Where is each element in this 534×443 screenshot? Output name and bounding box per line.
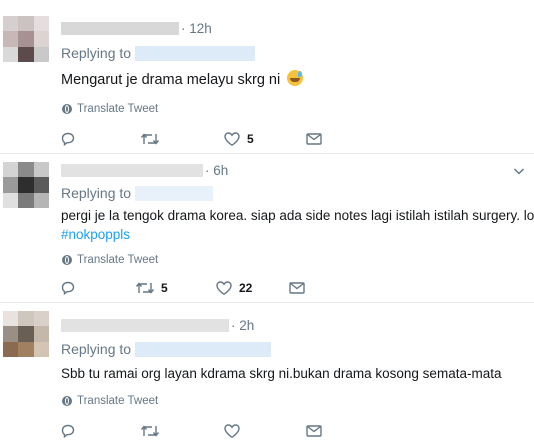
tweet-timestamp[interactable]: · 12h	[181, 21, 212, 36]
translate-tweet-link[interactable]: Translate Tweet	[62, 254, 158, 266]
avatar-pixel	[33, 31, 49, 47]
translate-tweet-link[interactable]: Translate Tweet	[62, 103, 158, 115]
avatar-pixel	[18, 177, 34, 193]
avatar-pixel	[18, 16, 34, 32]
author-name[interactable]	[61, 318, 229, 332]
retweet-icon	[135, 282, 155, 294]
direct-message-button[interactable]	[288, 280, 306, 296]
retweet-icon	[140, 425, 160, 437]
retweet-button[interactable]	[140, 131, 166, 147]
avatar-pixel	[3, 46, 19, 62]
avatar-pixel	[18, 341, 34, 357]
tweet-timestamp[interactable]: · 6h	[205, 163, 228, 178]
avatar-pixel	[33, 341, 49, 357]
tweet-2[interactable]: · 6h Replying to pergi je la tengok dram…	[0, 154, 534, 300]
avatar-pixel	[33, 192, 49, 208]
retweet-button[interactable]	[140, 423, 166, 439]
replying-to-label: Replying to	[61, 341, 132, 357]
avatar-pixel	[33, 16, 49, 32]
globe-icon	[62, 255, 72, 265]
avatar-pixel	[18, 311, 34, 327]
replying-to-label: Replying to	[61, 185, 132, 201]
avatar[interactable]	[3, 162, 49, 208]
replying-to-handle[interactable]	[135, 45, 256, 61]
avatar-pixel	[18, 192, 34, 208]
translate-tweet-label: Translate Tweet	[77, 254, 159, 266]
reply-icon	[61, 424, 75, 439]
avatar-pixel	[33, 46, 49, 62]
heart-icon	[224, 132, 240, 147]
avatar-pixel	[33, 311, 49, 327]
globe-icon	[62, 104, 72, 114]
reply-button[interactable]	[60, 131, 82, 147]
replying-to-handle[interactable]	[135, 185, 214, 201]
avatar-pixel	[18, 46, 34, 62]
reply-icon	[61, 132, 75, 147]
reply-button[interactable]	[60, 423, 82, 439]
tweet-header: · 6h	[61, 160, 228, 180]
tweet-text-content: Mengarut je drama melayu skrg ni	[61, 72, 281, 88]
replying-to-label: Replying to	[61, 45, 132, 61]
avatar-pixel	[3, 16, 19, 32]
like-button[interactable]: 22	[215, 280, 252, 296]
avatar-pixel	[33, 326, 49, 342]
like-count: 5	[247, 132, 254, 146]
avatar-pixel	[18, 326, 34, 342]
replying-to: Replying to	[61, 341, 272, 357]
tweet-header: · 2h	[61, 315, 254, 335]
translate-tweet-label: Translate Tweet	[77, 395, 159, 407]
avatar-pixel	[3, 162, 19, 178]
replying-to: Replying to	[61, 45, 256, 61]
avatar[interactable]	[3, 311, 49, 357]
heart-icon	[224, 424, 240, 439]
like-count: 22	[239, 281, 253, 295]
tweet-text: Sbb tu ramai org layan kdrama skrg ni.bu…	[61, 366, 501, 381]
reply-button[interactable]	[60, 280, 82, 296]
avatar-pixel	[33, 177, 49, 193]
author-name[interactable]	[61, 21, 179, 35]
tweet-header: · 12h	[61, 18, 212, 38]
like-button[interactable]: 5	[223, 131, 254, 147]
envelope-icon	[289, 282, 305, 294]
author-name[interactable]	[61, 163, 203, 177]
tweet-1[interactable]: · 12h Replying to Mengarut je drama mela…	[0, 6, 534, 151]
sweat-smile-emoji-icon	[287, 70, 304, 86]
avatar-pixel	[18, 162, 34, 178]
chevron-down-icon[interactable]	[512, 164, 526, 178]
replying-to: Replying to	[61, 185, 214, 201]
avatar-pixel	[33, 162, 49, 178]
avatar-pixel	[18, 31, 34, 47]
avatar-pixel	[3, 177, 19, 193]
tweet-timestamp[interactable]: · 2h	[231, 318, 254, 333]
avatar-pixel	[3, 341, 19, 357]
avatar-pixel	[3, 326, 19, 342]
retweet-icon	[140, 133, 160, 145]
avatar-pixel	[3, 311, 19, 327]
translate-tweet-label: Translate Tweet	[77, 103, 159, 115]
direct-message-button[interactable]	[305, 131, 323, 147]
replying-to-handle[interactable]	[135, 341, 272, 357]
like-button[interactable]	[223, 423, 247, 439]
globe-icon	[62, 396, 72, 406]
tweet-text-content: pergi je la tengok drama korea. siap ada…	[61, 208, 534, 223]
envelope-icon	[306, 425, 322, 437]
heart-icon	[216, 281, 232, 296]
retweet-count: 5	[161, 281, 168, 295]
avatar-pixel	[3, 192, 19, 208]
direct-message-button[interactable]	[305, 423, 323, 439]
tweet-3[interactable]: · 2h Replying to Sbb tu ramai org layan …	[0, 303, 534, 443]
envelope-icon	[306, 133, 322, 145]
tweet-text: pergi je la tengok drama korea. siap ada…	[61, 208, 534, 223]
avatar[interactable]	[3, 16, 49, 62]
translate-tweet-link[interactable]: Translate Tweet	[62, 395, 158, 407]
tweet-text-content: Sbb tu ramai org layan kdrama skrg ni.bu…	[61, 366, 502, 381]
retweet-button[interactable]: 5	[135, 280, 168, 296]
avatar-pixel	[3, 31, 19, 47]
reply-icon	[61, 281, 75, 296]
hashtag-link[interactable]: #nokpoppls	[61, 227, 130, 242]
tweet-text: Mengarut je drama melayu skrg ni	[61, 70, 304, 88]
